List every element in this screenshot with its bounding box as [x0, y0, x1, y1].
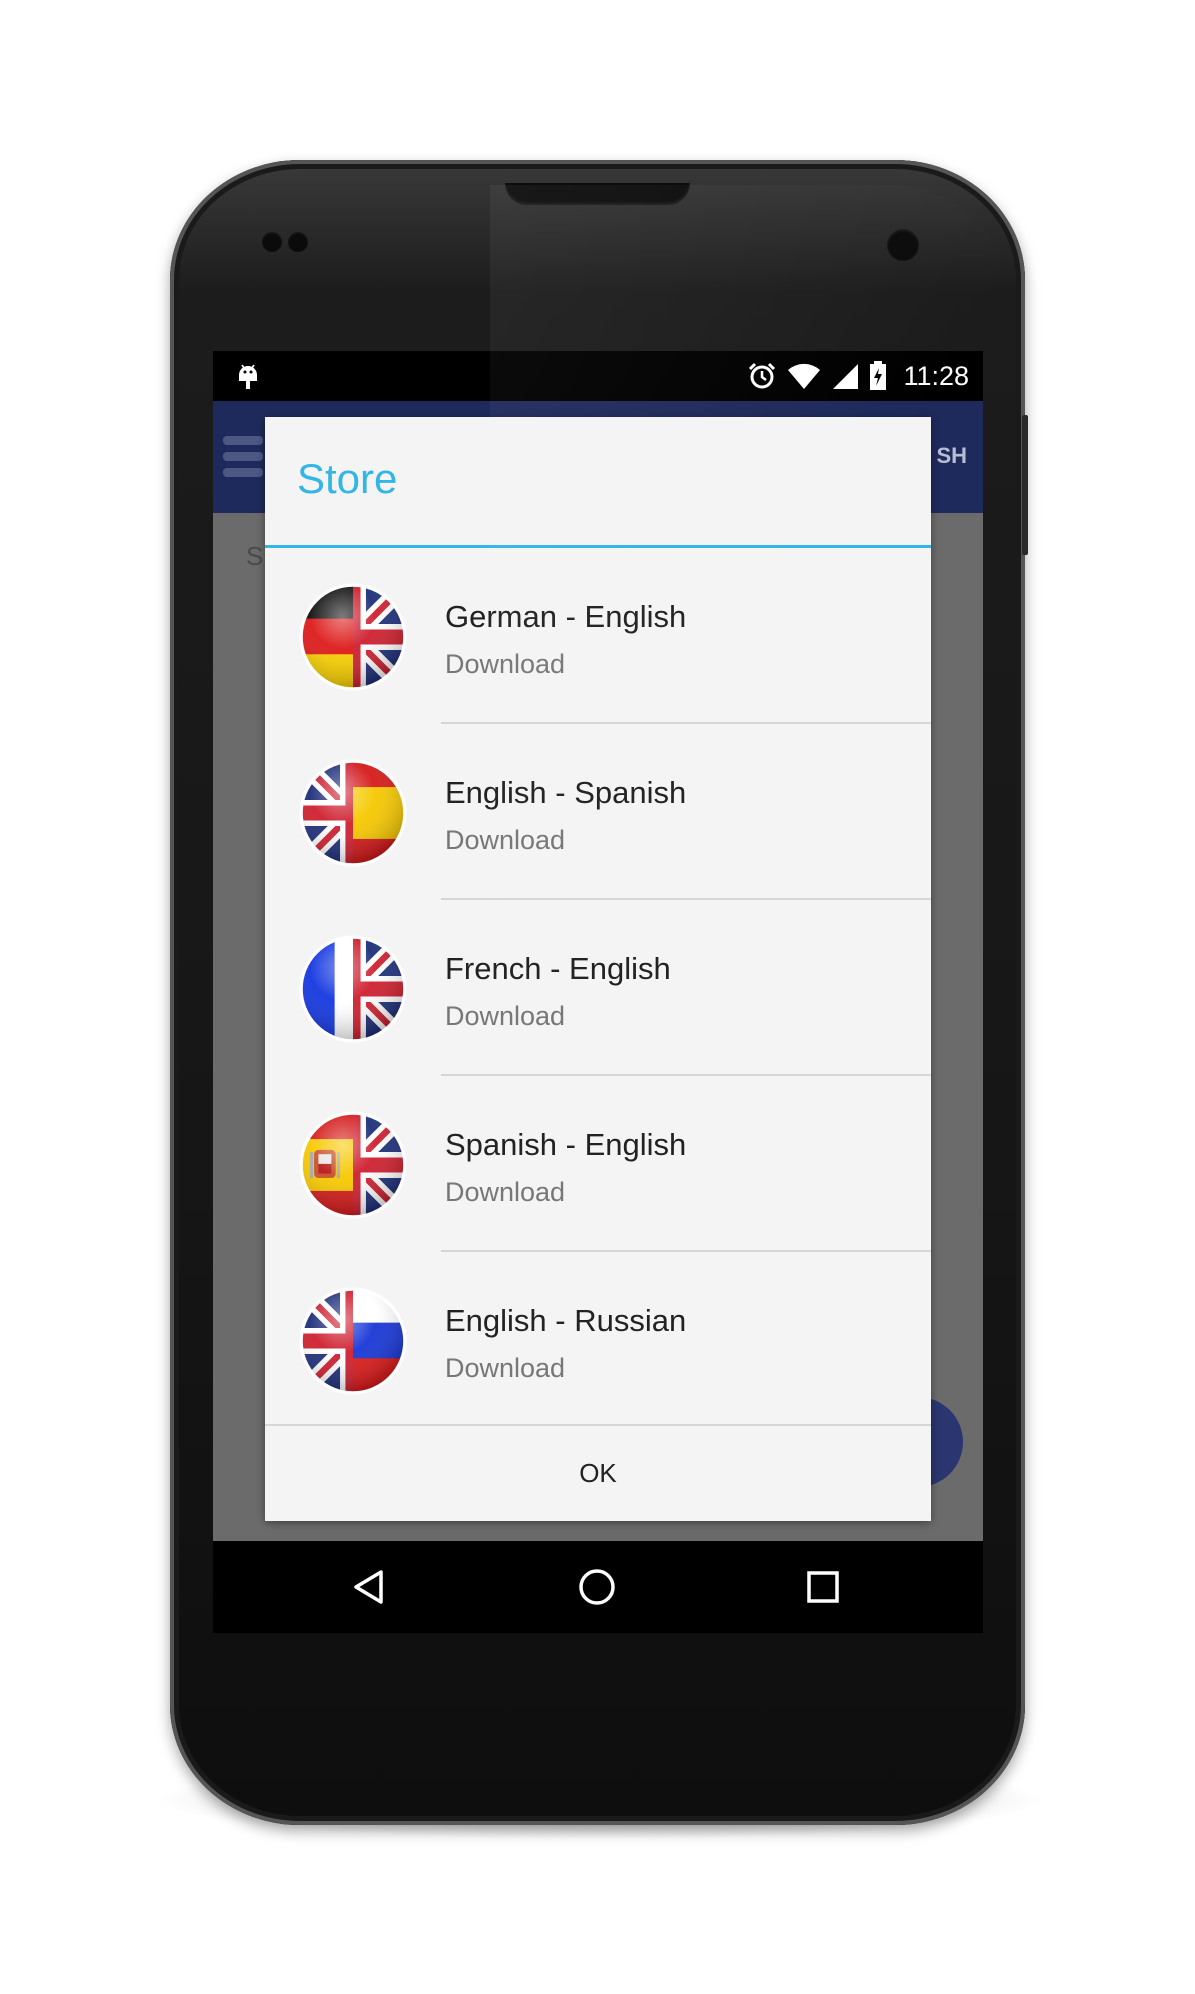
battery-charging-icon	[870, 361, 887, 390]
store-dialog: Store German - English Download English …	[265, 417, 931, 1521]
recents-icon[interactable]	[806, 1570, 840, 1604]
download-status: Download	[445, 825, 566, 855]
status-time: 11:28	[903, 360, 969, 391]
app-bar-title: SH	[936, 443, 967, 468]
proximity-sensor	[262, 232, 282, 252]
uk-russia-flag-icon	[299, 1287, 407, 1395]
download-status: Download	[445, 649, 566, 679]
download-status: Download	[445, 1353, 566, 1383]
alarm-clock-icon	[749, 362, 776, 389]
download-status: Download	[445, 1001, 566, 1031]
france-uk-flag-icon	[299, 935, 407, 1043]
light-sensor	[288, 232, 308, 252]
store-item-french-english[interactable]: French - English Download	[265, 900, 931, 1076]
ok-button[interactable]: OK	[265, 1426, 931, 1521]
spain-uk-flag-icon	[299, 1111, 407, 1219]
screen: 11:28 SH S Store German - English Downlo…	[213, 351, 983, 1633]
power-button	[1022, 415, 1028, 555]
front-camera	[887, 229, 919, 261]
dialog-title: Store	[297, 455, 398, 502]
back-icon[interactable]	[351, 1569, 387, 1605]
item-title: English - Russian	[445, 1303, 687, 1338]
item-title: French - English	[445, 951, 671, 986]
navigation-bar	[213, 1541, 983, 1633]
store-item-german-english[interactable]: German - English Download	[265, 548, 931, 724]
home-icon[interactable]	[578, 1568, 616, 1606]
cell-signal-icon	[833, 364, 859, 389]
store-list: German - English Download English - Span…	[265, 548, 931, 1428]
main-content-text: S	[246, 541, 264, 571]
status-bar: 11:28	[213, 351, 983, 401]
menu-icon[interactable]	[223, 436, 263, 484]
item-title: German - English	[445, 599, 687, 634]
store-item-english-spanish[interactable]: English - Spanish Download	[265, 724, 931, 900]
download-status: Download	[445, 1177, 566, 1207]
device-mockup: 11:28 SH S Store German - English Downlo…	[0, 0, 1195, 1994]
item-title: English - Spanish	[445, 775, 687, 810]
earpiece-speaker	[505, 183, 690, 205]
wifi-icon	[788, 363, 821, 389]
store-item-english-russian[interactable]: English - Russian Download	[265, 1252, 931, 1428]
status-icons: 11:28	[747, 359, 969, 393]
store-item-spanish-english[interactable]: Spanish - English Download	[265, 1076, 931, 1252]
item-title: Spanish - English	[445, 1127, 687, 1162]
germany-uk-flag-icon	[299, 583, 407, 691]
uk-spain-flag-icon	[299, 759, 407, 867]
android-debug-icon	[239, 364, 257, 389]
